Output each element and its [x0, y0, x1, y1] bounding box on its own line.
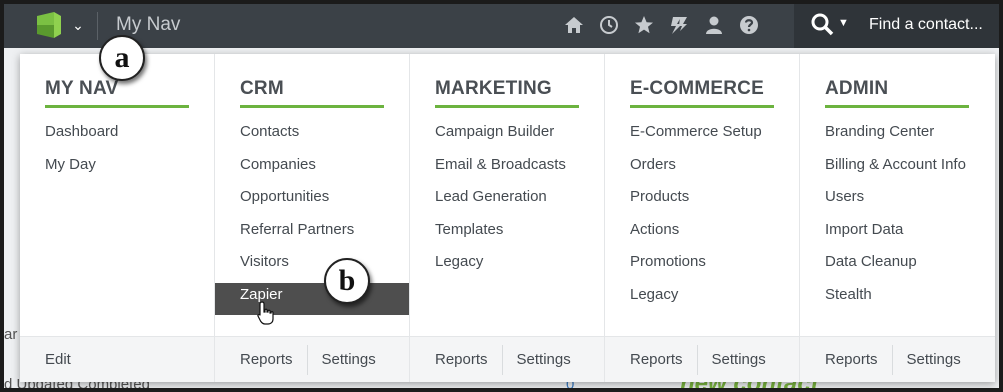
menu-item-referral-partners[interactable]: Referral Partners — [215, 218, 409, 251]
menu-item-opportunities[interactable]: Opportunities — [215, 185, 409, 218]
menu-item-e-commerce-setup[interactable]: E-Commerce Setup — [605, 120, 799, 153]
footer-divider — [696, 344, 698, 375]
column-footer: Edit — [20, 336, 214, 382]
menu-item-products[interactable]: Products — [605, 185, 799, 218]
search-dropdown-caret-icon[interactable]: ▼ — [838, 17, 849, 29]
footer-divider — [501, 344, 503, 375]
column-heading: CRM — [240, 78, 284, 99]
menu-item-dashboard[interactable]: Dashboard — [20, 120, 214, 153]
menu-column-e-commerce: E-COMMERCE E-Commerce Setup Orders Produ… — [605, 54, 800, 382]
search-icon[interactable] — [810, 12, 834, 38]
menu-item-visitors[interactable]: Visitors — [215, 250, 409, 283]
menu-item-promotions[interactable]: Promotions — [605, 250, 799, 283]
menu-item-stealth[interactable]: Stealth — [800, 283, 995, 316]
help-icon[interactable] — [738, 14, 760, 36]
reports-link[interactable]: Reports — [435, 351, 488, 368]
contact-search-input[interactable] — [869, 16, 999, 34]
nav-dropdown-menu: MY NAV Dashboard My Day Edit CRM Contact… — [20, 54, 995, 382]
star-icon[interactable] — [633, 14, 655, 36]
menu-item-import-data[interactable]: Import Data — [800, 218, 995, 251]
reports-link[interactable]: Reports — [240, 351, 293, 368]
settings-link[interactable]: Settings — [712, 351, 766, 368]
settings-link[interactable]: Settings — [322, 351, 376, 368]
column-footer: Reports Settings — [410, 336, 604, 382]
menu-item-zapier[interactable]: Zapier — [215, 282, 409, 315]
menu-item-legacy[interactable]: Legacy — [410, 250, 604, 283]
column-heading: MY NAV — [45, 78, 119, 99]
lightning-icon[interactable] — [668, 14, 690, 36]
column-heading: ADMIN — [825, 78, 889, 99]
nav-title[interactable]: My Nav — [116, 14, 180, 36]
heading-underline — [45, 105, 189, 108]
menu-item-users[interactable]: Users — [800, 185, 995, 218]
menu-item-lead-generation[interactable]: Lead Generation — [410, 185, 604, 218]
menu-item-branding-center[interactable]: Branding Center — [800, 120, 995, 153]
column-heading: E-COMMERCE — [630, 78, 764, 99]
menu-item-legacy[interactable]: Legacy — [605, 283, 799, 316]
menu-column-marketing: MARKETING Campaign Builder Email & Broad… — [410, 54, 605, 382]
heading-underline — [435, 105, 579, 108]
settings-link[interactable]: Settings — [907, 351, 961, 368]
heading-underline — [825, 105, 969, 108]
menu-column-admin: ADMIN Branding Center Billing & Account … — [800, 54, 995, 382]
heading-underline — [240, 105, 384, 108]
menu-item-email-broadcasts[interactable]: Email & Broadcasts — [410, 153, 604, 186]
edit-link[interactable]: Edit — [45, 351, 71, 368]
footer-divider — [891, 344, 893, 375]
reports-link[interactable]: Reports — [825, 351, 878, 368]
heading-underline — [630, 105, 774, 108]
person-icon[interactable] — [703, 14, 725, 36]
reports-link[interactable]: Reports — [630, 351, 683, 368]
clock-icon[interactable] — [598, 14, 620, 36]
menu-item-companies[interactable]: Companies — [215, 153, 409, 186]
screenshot-frame: ar d Updated Completed 0 new contact ⌄ M… — [0, 0, 1003, 392]
menu-item-orders[interactable]: Orders — [605, 153, 799, 186]
menu-item-data-cleanup[interactable]: Data Cleanup — [800, 250, 995, 283]
divider — [97, 12, 98, 40]
top-navigation-bar: ⌄ My Nav ▼ — [4, 4, 999, 48]
menu-column-crm: CRM Contacts Companies Opportunities Ref… — [215, 54, 410, 382]
menu-item-templates[interactable]: Templates — [410, 218, 604, 251]
background-fragment: ar — [4, 326, 18, 343]
column-heading: MARKETING — [435, 78, 552, 99]
column-footer: Reports Settings — [605, 336, 799, 382]
hand-cursor-icon — [257, 301, 274, 325]
menu-item-my-day[interactable]: My Day — [20, 153, 214, 186]
menu-item-actions[interactable]: Actions — [605, 218, 799, 251]
column-footer: Reports Settings — [215, 336, 409, 382]
menu-item-campaign-builder[interactable]: Campaign Builder — [410, 120, 604, 153]
callout-b: b — [324, 258, 370, 304]
app-logo-icon[interactable] — [34, 10, 64, 40]
menu-item-billing-account-info[interactable]: Billing & Account Info — [800, 153, 995, 186]
menu-column-my-nav: MY NAV Dashboard My Day Edit — [20, 54, 215, 382]
callout-a: a — [99, 35, 145, 81]
footer-divider — [306, 344, 308, 375]
home-icon[interactable] — [563, 14, 585, 36]
settings-link[interactable]: Settings — [517, 351, 571, 368]
column-footer: Reports Settings — [800, 336, 995, 382]
chevron-down-icon[interactable]: ⌄ — [70, 16, 86, 34]
menu-item-contacts[interactable]: Contacts — [215, 120, 409, 153]
